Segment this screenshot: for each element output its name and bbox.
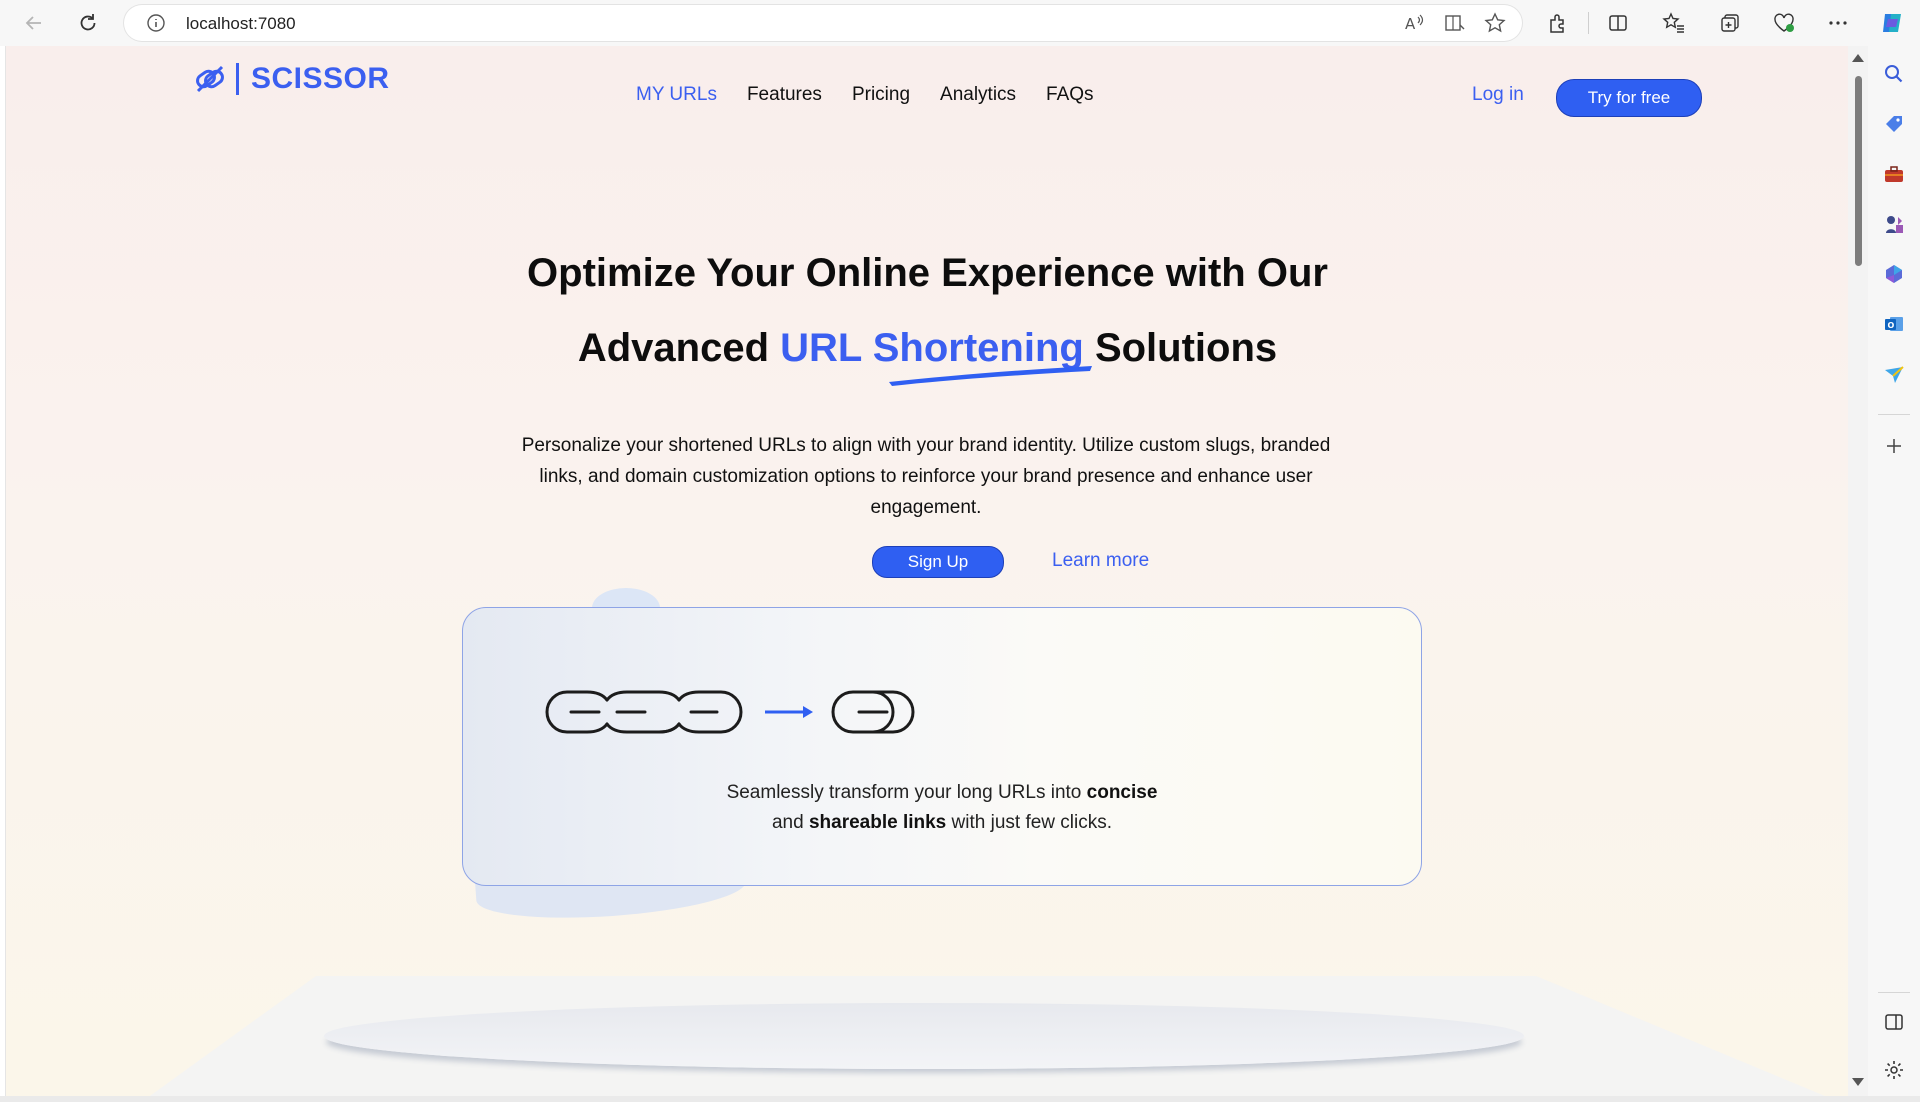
- sign-up-button[interactable]: Sign Up: [872, 546, 1004, 578]
- toolbar-divider: [1588, 12, 1589, 34]
- hero-title-post: Solutions: [1083, 326, 1278, 370]
- add-icon[interactable]: [1880, 432, 1908, 460]
- copilot-icon[interactable]: [1874, 6, 1910, 40]
- scroll-down-icon[interactable]: [1852, 1078, 1864, 1086]
- card-text-part: and: [771, 812, 809, 833]
- settings-gear-icon[interactable]: [1880, 1056, 1908, 1084]
- chain-link-logo-icon: [196, 65, 224, 93]
- scrollbar-thumb[interactable]: [1855, 76, 1862, 266]
- address-text[interactable]: localhost:7080: [186, 14, 296, 34]
- logo-divider: [236, 63, 239, 95]
- card-text-line-1: Seamlessly transform your long URLs into…: [463, 778, 1421, 808]
- nav-my-urls[interactable]: MY URLs: [636, 84, 717, 106]
- sidebar-divider: [1878, 992, 1910, 993]
- tools-icon[interactable]: [1880, 160, 1908, 188]
- address-bar[interactable]: localhost:7080 A: [124, 5, 1522, 41]
- short-link-icon: [831, 690, 915, 734]
- window-bottom-edge: [0, 1096, 1920, 1102]
- platform-ellipse: [324, 1003, 1524, 1069]
- learn-more-link[interactable]: Learn more: [1052, 550, 1149, 572]
- scroll-up-icon[interactable]: [1852, 54, 1864, 62]
- nav-faqs[interactable]: FAQs: [1046, 84, 1094, 106]
- favorites-icon[interactable]: [1656, 6, 1692, 40]
- card-text-line-2: and shareable links with just few clicks…: [463, 808, 1421, 838]
- try-for-free-button[interactable]: Try for free: [1556, 79, 1702, 117]
- hide-sidebar-icon[interactable]: [1880, 1008, 1908, 1036]
- immersive-reader-icon[interactable]: [1442, 10, 1468, 36]
- logo-text: SCISSOR: [251, 62, 390, 95]
- main-nav: MY URLs Features Pricing Analytics FAQs: [636, 84, 1094, 106]
- browser-toolbar: localhost:7080 A: [0, 0, 1920, 46]
- favorite-star-icon[interactable]: [1482, 10, 1508, 36]
- login-link[interactable]: Log in: [1472, 84, 1524, 106]
- svg-text:A: A: [1405, 15, 1416, 33]
- page-viewport: SCISSOR MY URLs Features Pricing Analyti…: [5, 46, 1849, 1096]
- more-menu-icon[interactable]: [1820, 6, 1856, 40]
- games-icon[interactable]: [1880, 210, 1908, 238]
- card-description: Seamlessly transform your long URLs into…: [463, 778, 1421, 838]
- search-icon[interactable]: [1880, 60, 1908, 88]
- feature-card: Seamlessly transform your long URLs into…: [462, 607, 1422, 886]
- card-text-bold: concise: [1086, 782, 1158, 803]
- site-info-icon[interactable]: [146, 13, 166, 37]
- read-aloud-icon[interactable]: A: [1402, 10, 1428, 36]
- outlook-icon[interactable]: O: [1880, 310, 1908, 338]
- card-text-part: Seamlessly transform your long URLs into: [726, 782, 1087, 803]
- sidebar-divider: [1878, 414, 1910, 415]
- brush-underline-icon: [889, 366, 1092, 386]
- hero-description: Personalize your shortened URLs to align…: [521, 435, 1331, 518]
- browser-essentials-icon[interactable]: [1766, 6, 1802, 40]
- microsoft-365-icon[interactable]: [1880, 260, 1908, 288]
- collections-icon[interactable]: [1712, 6, 1748, 40]
- drop-send-icon[interactable]: [1880, 360, 1908, 388]
- nav-analytics[interactable]: Analytics: [940, 84, 1016, 106]
- arrow-right-icon: [765, 706, 813, 718]
- nav-features[interactable]: Features: [747, 84, 822, 106]
- link-shortening-illustration: [545, 690, 915, 734]
- site-logo[interactable]: SCISSOR: [194, 62, 390, 96]
- card-text-bold: shareable links: [808, 812, 947, 833]
- extensions-icon[interactable]: [1540, 6, 1576, 40]
- nav-pricing[interactable]: Pricing: [852, 84, 910, 106]
- back-icon[interactable]: [16, 6, 52, 40]
- shopping-tag-icon[interactable]: [1880, 110, 1908, 138]
- hero-title-pre: Advanced: [577, 326, 781, 370]
- card-text-part: with just few clicks.: [946, 812, 1113, 833]
- edge-sidebar: O: [1868, 46, 1920, 1102]
- page-scrollbar[interactable]: [1848, 46, 1868, 1096]
- hero-title-line-1: Optimize Your Online Experience with Our: [527, 251, 1328, 295]
- split-screen-icon[interactable]: [1600, 6, 1636, 40]
- svg-text:O: O: [1888, 321, 1895, 330]
- refresh-icon[interactable]: [70, 6, 106, 40]
